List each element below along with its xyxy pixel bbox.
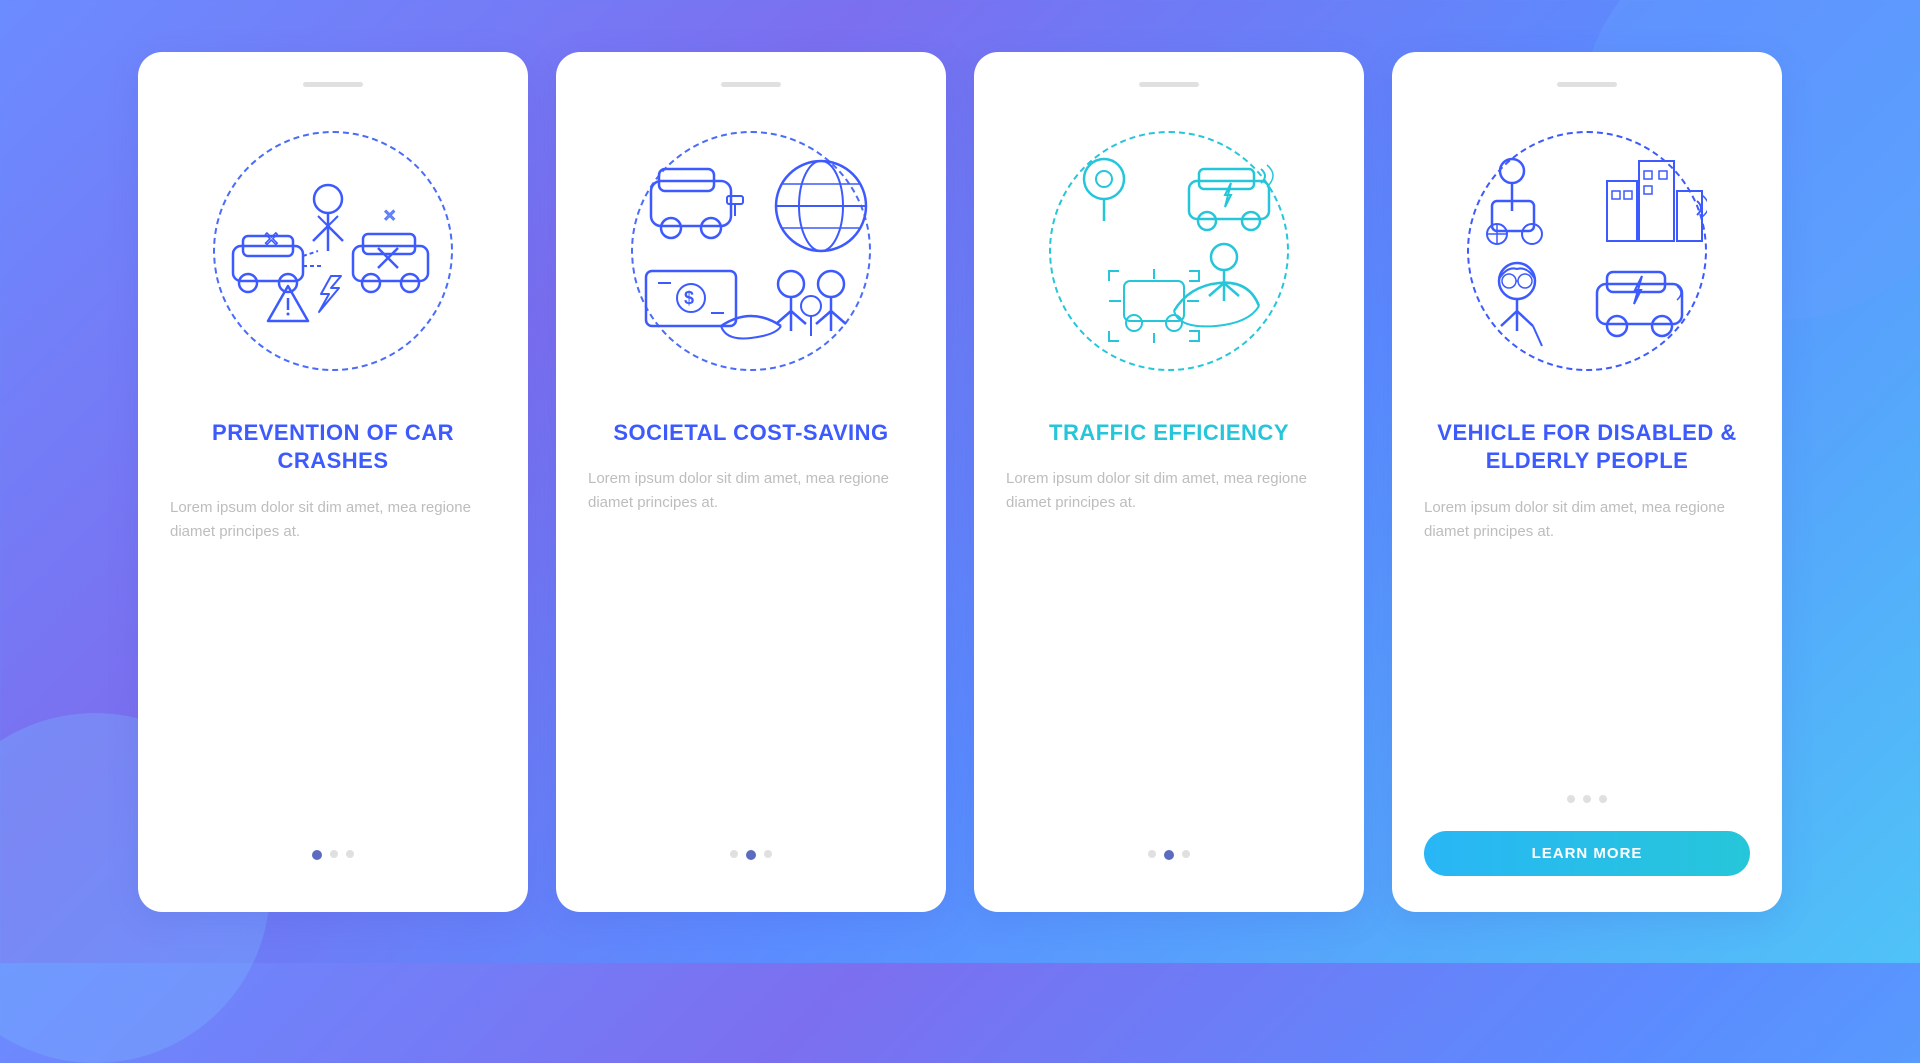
card-illustration: ✕ ✕ (193, 111, 473, 391)
card-body-text: Lorem ipsum dolor sit dim amet, mea regi… (588, 467, 914, 515)
vehicle-disabled-elderly-icon (1467, 131, 1707, 371)
card-title: SOCIETAL COST-SAVING (613, 419, 888, 448)
card-dots (1148, 850, 1190, 860)
dot-1 (1567, 795, 1575, 803)
card-traffic-efficiency: TRAFFIC EFFICIENCY Lorem ipsum dolor sit… (974, 52, 1364, 912)
card-title: PREVENTION OF CAR CRASHES (170, 419, 496, 476)
societal-cost-saving-icon: $ (631, 131, 871, 371)
card-disabled-elderly: VEHICLE FOR DISABLED & ELDERLY PEOPLE Lo… (1392, 52, 1782, 912)
dot-3 (764, 850, 772, 858)
svg-text:✕: ✕ (383, 208, 396, 225)
dot-3 (1599, 795, 1607, 803)
dot-2 (330, 850, 338, 858)
dot-2 (746, 850, 756, 860)
car-crash-prevention-icon: ✕ ✕ (213, 131, 453, 371)
svg-text:✕: ✕ (263, 229, 280, 251)
learn-more-button[interactable]: LEARN MORE (1424, 831, 1750, 876)
card-cost-saving: $ (556, 52, 946, 912)
card-prevention: ✕ ✕ PREVENTION OF CAR CRASHES Lorem ipsu… (138, 52, 528, 912)
card-title: TRAFFIC EFFICIENCY (1049, 419, 1289, 448)
card-notch (303, 82, 363, 87)
card-illustration: $ (611, 111, 891, 391)
card-notch (721, 82, 781, 87)
card-notch (1139, 82, 1199, 87)
card-dots (730, 850, 772, 860)
dot-3 (1182, 850, 1190, 858)
card-body-text: Lorem ipsum dolor sit dim amet, mea regi… (1424, 496, 1750, 544)
card-dots (312, 850, 354, 860)
svg-text:$: $ (684, 288, 694, 308)
card-dots (1567, 795, 1607, 803)
card-illustration (1029, 111, 1309, 391)
dot-2 (1583, 795, 1591, 803)
card-notch (1557, 82, 1617, 87)
card-body-text: Lorem ipsum dolor sit dim amet, mea regi… (170, 496, 496, 544)
dot-1 (730, 850, 738, 858)
card-title: VEHICLE FOR DISABLED & ELDERLY PEOPLE (1424, 419, 1750, 476)
card-illustration (1447, 111, 1727, 391)
cards-container: ✕ ✕ PREVENTION OF CAR CRASHES Lorem ipsu… (98, 12, 1822, 952)
traffic-efficiency-icon (1049, 131, 1289, 371)
dot-1 (1148, 850, 1156, 858)
card-body-text: Lorem ipsum dolor sit dim amet, mea regi… (1006, 467, 1332, 515)
dot-2 (1164, 850, 1174, 860)
dot-1 (312, 850, 322, 860)
dot-3 (346, 850, 354, 858)
